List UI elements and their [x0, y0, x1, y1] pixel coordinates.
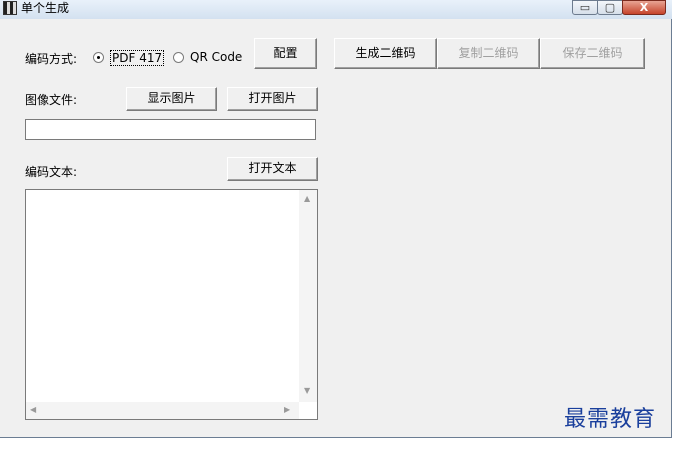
save-qr-button[interactable]: 保存二维码: [540, 38, 645, 69]
generate-qr-button[interactable]: 生成二维码: [334, 38, 437, 69]
pdf417-option-label[interactable]: PDF 417: [110, 50, 165, 66]
qrcode-radio[interactable]: [173, 52, 184, 63]
open-text-button[interactable]: 打开文本: [227, 157, 318, 181]
encode-text-label: 编码文本:: [25, 165, 78, 179]
window-title: 单个生成: [21, 1, 70, 15]
scroll-up-icon[interactable]: ▲: [304, 194, 310, 203]
maximize-button[interactable]: ▢: [597, 0, 623, 15]
vertical-scrollbar[interactable]: ▲ ▼: [299, 190, 317, 402]
encoding-label: 编码方式:: [25, 52, 78, 66]
image-path-input[interactable]: [25, 119, 316, 140]
window-controls: ▭ ▢ X: [572, 0, 666, 16]
minimize-button[interactable]: ▭: [572, 0, 598, 15]
scroll-right-icon[interactable]: ▶: [284, 405, 290, 414]
open-image-button[interactable]: 打开图片: [227, 87, 318, 111]
show-image-button[interactable]: 显示图片: [126, 87, 217, 111]
watermark-text: 最需教育: [564, 407, 657, 432]
scroll-left-icon[interactable]: ◀: [30, 405, 36, 414]
qrcode-option-label[interactable]: QR Code: [190, 50, 242, 64]
close-button[interactable]: X: [622, 0, 666, 15]
copy-qr-button[interactable]: 复制二维码: [437, 38, 540, 69]
qr-app-icon: [3, 1, 17, 15]
pdf417-radio[interactable]: [93, 52, 104, 63]
main-window: 单个生成 ▭ ▢ X 编码方式: PDF 417 QR Code 配置 生成二维…: [0, 0, 672, 438]
scroll-down-icon[interactable]: ▼: [304, 386, 310, 395]
config-button[interactable]: 配置: [254, 38, 317, 69]
horizontal-scrollbar[interactable]: ◀ ▶: [26, 402, 299, 419]
image-file-label: 图像文件:: [25, 93, 78, 107]
encode-text-area[interactable]: ▲ ▼ ◀ ▶: [25, 189, 318, 420]
title-bar[interactable]: 单个生成 ▭ ▢ X: [0, 0, 672, 19]
